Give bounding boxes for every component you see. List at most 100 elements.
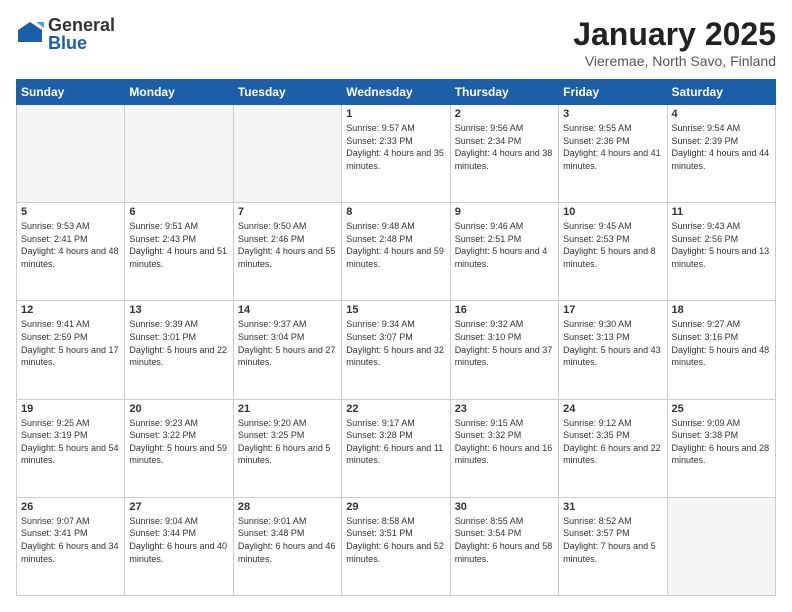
weekday-header: Friday <box>559 80 667 105</box>
day-info: Sunrise: 9:30 AMSunset: 3:13 PMDaylight:… <box>563 318 662 368</box>
day-number: 18 <box>672 304 771 316</box>
day-info: Sunrise: 9:37 AMSunset: 3:04 PMDaylight:… <box>238 318 337 368</box>
calendar-cell: 23Sunrise: 9:15 AMSunset: 3:32 PMDayligh… <box>450 399 558 497</box>
weekday-header: Saturday <box>667 80 775 105</box>
day-number: 19 <box>21 403 120 415</box>
day-info: Sunrise: 9:32 AMSunset: 3:10 PMDaylight:… <box>455 318 554 368</box>
day-number: 4 <box>672 108 771 120</box>
calendar-cell: 6 Sunrise: 9:51 AMSunset: 2:43 PMDaylight… <box>125 203 233 301</box>
logo-text: General Blue <box>48 16 115 52</box>
calendar-cell: 22 Sunrise: 9:17 AMSunset: 3:28 PMDayligh… <box>342 399 450 497</box>
calendar-cell: 19 Sunrise: 9:25 AMSunset: 3:19 PMDayligh… <box>17 399 125 497</box>
day-info: Sunrise: 9:20 AMSunset: 3:25 PMDaylight:… <box>238 417 337 467</box>
day-info: Sunrise: 9:27 AMSunset: 3:16 PMDaylight:… <box>672 318 771 368</box>
day-number: 26 <box>21 501 120 513</box>
page: General Blue January 2025 Vieremae, Nort… <box>0 0 792 612</box>
day-info: Sunrise: 9:55 AMSunset: 2:36 PMDaylight:… <box>563 122 662 172</box>
logo-general: General <box>48 16 115 34</box>
calendar-cell: 10 Sunrise: 9:45 AMSunset: 2:53 PMDayligh… <box>559 203 667 301</box>
calendar-cell <box>667 497 775 595</box>
calendar-table: SundayMondayTuesdayWednesdayThursdayFrid… <box>16 79 776 596</box>
day-number: 20 <box>129 403 228 415</box>
calendar-cell: 29Sunrise: 8:58 AMSunset: 3:51 PMDayligh… <box>342 497 450 595</box>
day-info: Sunrise: 9:50 AMSunset: 2:46 PMDaylight:… <box>238 220 337 270</box>
calendar-cell: 3 Sunrise: 9:55 AMSunset: 2:36 PMDaylight… <box>559 105 667 203</box>
calendar-cell: 15Sunrise: 9:34 AMSunset: 3:07 PMDayligh… <box>342 301 450 399</box>
day-number: 30 <box>455 501 554 513</box>
day-info: Sunrise: 9:25 AMSunset: 3:19 PMDaylight:… <box>21 417 120 467</box>
day-info: Sunrise: 8:52 AMSunset: 3:57 PMDaylight:… <box>563 515 662 565</box>
day-number: 14 <box>238 304 337 316</box>
calendar-cell <box>233 105 341 203</box>
calendar-cell <box>17 105 125 203</box>
calendar-cell: 27Sunrise: 9:04 AMSunset: 3:44 PMDayligh… <box>125 497 233 595</box>
day-number: 17 <box>563 304 662 316</box>
calendar-cell: 1 Sunrise: 9:57 AMSunset: 2:33 PMDaylight… <box>342 105 450 203</box>
calendar-cell: 24 Sunrise: 9:12 AMSunset: 3:35 PMDayligh… <box>559 399 667 497</box>
day-info: Sunrise: 9:56 AMSunset: 2:34 PMDaylight:… <box>455 122 554 172</box>
day-number: 29 <box>346 501 445 513</box>
logo: General Blue <box>16 16 115 52</box>
day-info: Sunrise: 9:07 AMSunset: 3:41 PMDaylight:… <box>21 515 120 565</box>
day-number: 8 <box>346 206 445 218</box>
day-info: Sunrise: 9:01 AMSunset: 3:48 PMDaylight:… <box>238 515 337 565</box>
day-info: Sunrise: 9:39 AMSunset: 3:01 PMDaylight:… <box>129 318 228 368</box>
day-number: 7 <box>238 206 337 218</box>
day-number: 22 <box>346 403 445 415</box>
calendar-cell: 4 Sunrise: 9:54 AMSunset: 2:39 PMDaylight… <box>667 105 775 203</box>
weekday-header: Wednesday <box>342 80 450 105</box>
calendar-cell: 16 Sunrise: 9:32 AMSunset: 3:10 PMDayligh… <box>450 301 558 399</box>
calendar-cell <box>125 105 233 203</box>
weekday-header-row: SundayMondayTuesdayWednesdayThursdayFrid… <box>17 80 776 105</box>
day-info: Sunrise: 9:09 AMSunset: 3:38 PMDaylight:… <box>672 417 771 467</box>
day-info: Sunrise: 9:54 AMSunset: 2:39 PMDaylight:… <box>672 122 771 172</box>
day-info: Sunrise: 9:17 AMSunset: 3:28 PMDaylight:… <box>346 417 445 467</box>
header: General Blue January 2025 Vieremae, Nort… <box>16 16 776 69</box>
day-number: 16 <box>455 304 554 316</box>
calendar-cell: 14 Sunrise: 9:37 AMSunset: 3:04 PMDayligh… <box>233 301 341 399</box>
calendar-cell: 20 Sunrise: 9:23 AMSunset: 3:22 PMDayligh… <box>125 399 233 497</box>
location: Vieremae, North Savo, Finland <box>573 53 776 69</box>
day-info: Sunrise: 9:41 AMSunset: 2:59 PMDaylight:… <box>21 318 120 368</box>
day-info: Sunrise: 9:04 AMSunset: 3:44 PMDaylight:… <box>129 515 228 565</box>
day-info: Sunrise: 9:46 AMSunset: 2:51 PMDaylight:… <box>455 220 554 270</box>
day-info: Sunrise: 9:57 AMSunset: 2:33 PMDaylight:… <box>346 122 445 172</box>
calendar-week-row: 5 Sunrise: 9:53 AMSunset: 2:41 PMDaylight… <box>17 203 776 301</box>
calendar-cell: 26 Sunrise: 9:07 AMSunset: 3:41 PMDayligh… <box>17 497 125 595</box>
day-number: 31 <box>563 501 662 513</box>
day-info: Sunrise: 9:23 AMSunset: 3:22 PMDaylight:… <box>129 417 228 467</box>
day-number: 1 <box>346 108 445 120</box>
day-number: 24 <box>563 403 662 415</box>
day-number: 5 <box>21 206 120 218</box>
weekday-header: Monday <box>125 80 233 105</box>
calendar-cell: 5 Sunrise: 9:53 AMSunset: 2:41 PMDaylight… <box>17 203 125 301</box>
day-number: 23 <box>455 403 554 415</box>
calendar-cell: 28Sunrise: 9:01 AMSunset: 3:48 PMDayligh… <box>233 497 341 595</box>
calendar-cell: 30Sunrise: 8:55 AMSunset: 3:54 PMDayligh… <box>450 497 558 595</box>
day-number: 9 <box>455 206 554 218</box>
calendar-cell: 11Sunrise: 9:43 AMSunset: 2:56 PMDayligh… <box>667 203 775 301</box>
day-info: Sunrise: 9:51 AMSunset: 2:43 PMDaylight:… <box>129 220 228 270</box>
title-block: January 2025 Vieremae, North Savo, Finla… <box>573 16 776 69</box>
day-number: 13 <box>129 304 228 316</box>
logo-blue: Blue <box>48 34 115 52</box>
day-info: Sunrise: 9:45 AMSunset: 2:53 PMDaylight:… <box>563 220 662 270</box>
day-info: Sunrise: 9:12 AMSunset: 3:35 PMDaylight:… <box>563 417 662 467</box>
day-number: 3 <box>563 108 662 120</box>
calendar-cell: 21 Sunrise: 9:20 AMSunset: 3:25 PMDayligh… <box>233 399 341 497</box>
day-number: 6 <box>129 206 228 218</box>
day-number: 10 <box>563 206 662 218</box>
month-title: January 2025 <box>573 16 776 53</box>
weekday-header: Sunday <box>17 80 125 105</box>
calendar-week-row: 26 Sunrise: 9:07 AMSunset: 3:41 PMDayligh… <box>17 497 776 595</box>
day-number: 2 <box>455 108 554 120</box>
calendar-cell: 31 Sunrise: 8:52 AMSunset: 3:57 PMDayligh… <box>559 497 667 595</box>
day-number: 21 <box>238 403 337 415</box>
day-info: Sunrise: 9:53 AMSunset: 2:41 PMDaylight:… <box>21 220 120 270</box>
day-number: 25 <box>672 403 771 415</box>
calendar-week-row: 12 Sunrise: 9:41 AMSunset: 2:59 PMDayligh… <box>17 301 776 399</box>
weekday-header: Thursday <box>450 80 558 105</box>
day-number: 15 <box>346 304 445 316</box>
day-number: 12 <box>21 304 120 316</box>
day-info: Sunrise: 9:43 AMSunset: 2:56 PMDaylight:… <box>672 220 771 270</box>
